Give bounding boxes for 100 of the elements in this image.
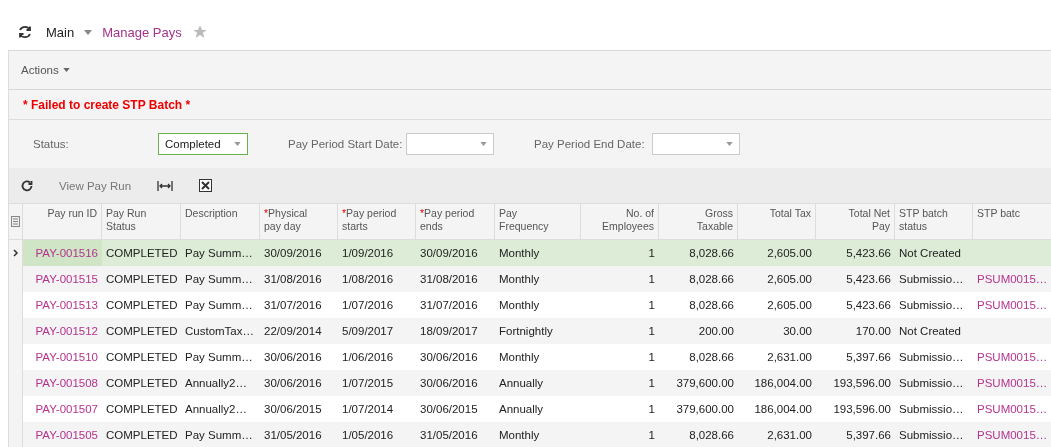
table-cell: Annually2… [185, 403, 247, 415]
table-cell: 31/08/2016 [264, 273, 322, 285]
current-row-icon [12, 249, 19, 257]
refresh-icon[interactable] [21, 179, 33, 192]
column-header[interactable]: Total Tax [738, 204, 816, 239]
table-link[interactable]: PAY-001507 [35, 403, 98, 415]
table-cell: 1 [648, 377, 655, 389]
dropdown-arrow-icon[interactable] [480, 142, 487, 146]
table-cell: Pay Summ… [185, 351, 253, 363]
table-cell: Monthly [499, 247, 540, 259]
table-cell: 31/07/2016 [264, 299, 322, 311]
refresh-icon[interactable] [18, 25, 32, 39]
table-cell: Not Created [899, 247, 961, 259]
table-cell: 30/06/2016 [264, 351, 322, 363]
table-cell: 31/05/2016 [264, 429, 322, 441]
dropdown-arrow-icon[interactable] [726, 142, 733, 146]
dropdown-arrow-icon[interactable] [234, 142, 241, 146]
table-cell: COMPLETED [106, 247, 178, 259]
table-cell: 186,004.00 [754, 377, 812, 389]
table-cell: Submissio… [899, 299, 964, 311]
table-cell: 193,596.00 [833, 377, 891, 389]
table-cell: 22/09/2014 [264, 325, 322, 337]
view-pay-run-button[interactable]: View Pay Run [59, 179, 132, 192]
table-link[interactable]: PAY-001515 [35, 273, 98, 285]
table-cell: COMPLETED [106, 429, 178, 441]
table-cell: 2,631.00 [767, 429, 812, 441]
column-header[interactable]: Description [181, 204, 260, 239]
table-cell: Submissio… [899, 429, 964, 441]
table-link[interactable]: PSUM0015… [977, 351, 1048, 363]
table-link[interactable]: PSUM0015… [977, 403, 1048, 415]
table-link[interactable]: PSUM0015… [977, 273, 1048, 285]
table-cell: 30/06/2016 [420, 351, 478, 363]
table-cell: 31/05/2016 [420, 429, 478, 441]
table-link[interactable]: PSUM0015… [977, 429, 1048, 441]
table-cell: 1/07/2016 [342, 299, 394, 311]
table-cell: 1/05/2016 [342, 429, 394, 441]
table-cell: 5,423.66 [846, 247, 891, 259]
table-cell: 5,397.66 [846, 351, 891, 363]
breadcrumb-parent[interactable]: Main [46, 24, 75, 40]
column-header[interactable]: No. of Employees [581, 204, 659, 239]
column-header[interactable]: STP batc [973, 204, 1051, 239]
table-link[interactable]: PAY-001508 [35, 377, 98, 389]
column-header[interactable]: *Physical pay day [260, 204, 338, 239]
fit-columns-icon[interactable] [157, 179, 174, 192]
column-header[interactable]: Total Net Pay [816, 204, 895, 239]
table-cell: Annually2… [185, 377, 247, 389]
column-header[interactable]: Pay Frequency [495, 204, 581, 239]
table-cell: 200.00 [698, 325, 734, 337]
table-cell: 5,397.66 [846, 429, 891, 441]
filter-label: Pay Period Start Date: [288, 138, 404, 150]
table-cell: 30/09/2016 [420, 247, 478, 259]
column-header[interactable]: *Pay period ends [416, 204, 495, 239]
table-cell: 1 [648, 429, 655, 441]
column-header[interactable]: Gross Taxable [659, 204, 738, 239]
table-cell: 30/06/2015 [264, 403, 322, 415]
filter-dropdown[interactable] [652, 133, 740, 155]
table-cell: 1 [648, 403, 655, 415]
table-cell: Submissio… [899, 403, 964, 415]
table-cell: 379,600.00 [676, 377, 734, 389]
filter-dropdown[interactable] [406, 133, 494, 155]
table-link[interactable]: PAY-001505 [35, 429, 98, 441]
star-icon[interactable] [191, 24, 208, 40]
column-header[interactable]: Pay Run Status [102, 204, 181, 239]
table-cell: Pay Summ… [185, 299, 253, 311]
table-link[interactable]: PSUM0015… [977, 299, 1048, 311]
table-cell: Annually [499, 403, 544, 415]
table-link[interactable]: PAY-001513 [35, 299, 98, 311]
table-cell: Monthly [499, 351, 540, 363]
grid-menu-icon[interactable] [11, 216, 20, 227]
error-message: * Failed to create STP Batch * [9, 90, 1051, 120]
table-cell: 8,028.66 [689, 429, 734, 441]
table-link[interactable]: PAY-001512 [35, 325, 98, 337]
actions-menu[interactable]: Actions [21, 64, 70, 76]
table-cell: 5,423.66 [846, 273, 891, 285]
table-cell: 18/09/2017 [420, 325, 478, 337]
excel-export-icon[interactable] [199, 179, 213, 192]
table-cell: 2,605.00 [767, 273, 812, 285]
column-header[interactable]: STP batch status [895, 204, 973, 239]
table-cell: COMPLETED [106, 273, 178, 285]
table-cell: 31/07/2016 [420, 299, 478, 311]
table-cell: 379,600.00 [676, 403, 734, 415]
filter-label: Status: [33, 138, 70, 150]
table-cell: 193,596.00 [833, 403, 891, 415]
table-cell: Submissio… [899, 377, 964, 389]
table-cell: COMPLETED [106, 377, 178, 389]
table-cell: 1 [648, 247, 655, 259]
table-cell: Pay Summ… [185, 273, 253, 285]
filter-dropdown[interactable]: Completed [158, 133, 248, 155]
table-cell: CustomTax… [185, 325, 255, 337]
table-cell: 1 [648, 273, 655, 285]
table-cell: 2,605.00 [767, 247, 812, 259]
table-link[interactable]: PAY-001510 [35, 351, 98, 363]
caret-icon [84, 29, 93, 35]
filter-label: Pay Period End Date: [534, 138, 646, 150]
row-selector[interactable] [9, 240, 23, 266]
column-header[interactable]: *Pay period starts [338, 204, 416, 239]
table-cell: Submissio… [899, 351, 964, 363]
column-header[interactable]: Pay run ID [23, 204, 102, 239]
table-cell: 2,631.00 [767, 351, 812, 363]
table-link[interactable]: PSUM0015… [977, 377, 1048, 389]
